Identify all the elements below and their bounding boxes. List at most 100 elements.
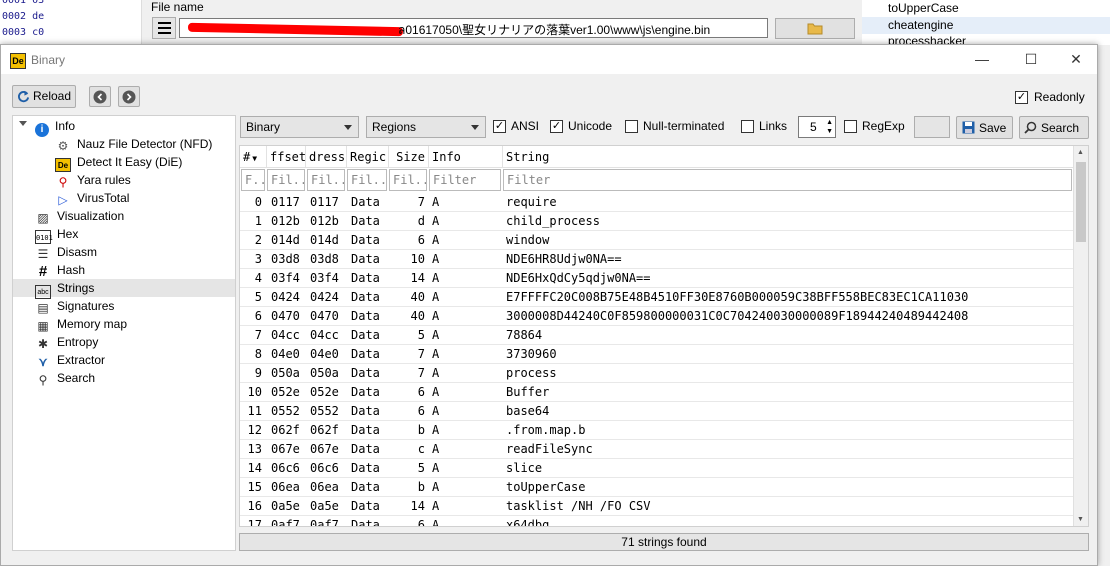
- mode-select[interactable]: Binary: [240, 116, 359, 138]
- row-size: 6: [417, 385, 425, 399]
- regexp-checkbox[interactable]: [844, 120, 857, 133]
- table-row[interactable]: 14 06c6 06c6 Data 5 Aslice: [240, 459, 1075, 478]
- filter-index-input[interactable]: F...: [241, 169, 265, 191]
- row-address: 0470: [310, 309, 339, 323]
- filter-size-input[interactable]: Fil...: [389, 169, 427, 191]
- row-size: b: [417, 480, 425, 494]
- save-button[interactable]: Save: [956, 116, 1013, 139]
- table-row[interactable]: 6 0470 0470 Data 40 A 3000008D44240C0F85980000…: [240, 307, 1075, 326]
- readonly-checkbox[interactable]: ✓: [1015, 91, 1028, 104]
- tree-item-info[interactable]: i Info: [35, 117, 75, 137]
- search-icon: [1024, 121, 1037, 134]
- ansi-checkbox[interactable]: ✓: [493, 120, 506, 133]
- tree-item-hash[interactable]: # Hash: [35, 261, 85, 279]
- table-row[interactable]: 7 04cc 04cc Data 5 A 78864: [240, 326, 1075, 345]
- close-button[interactable]: ✕: [1053, 45, 1099, 74]
- tree-item-hex[interactable]: 0101 Hex: [35, 225, 78, 244]
- row-address: 0a5e: [310, 499, 339, 513]
- links-checkbox[interactable]: [741, 120, 754, 133]
- filter-string-input[interactable]: Filter: [503, 169, 1072, 191]
- gear-icon: ⚙: [57, 139, 69, 153]
- tree-item-visualization[interactable]: ▨ Visualization: [35, 207, 124, 225]
- regions-select[interactable]: Regions: [366, 116, 486, 138]
- tree-item-strings[interactable]: abc Strings: [13, 279, 235, 299]
- table-row[interactable]: 15 06ea 06ea Data b AtoUpperCase: [240, 478, 1075, 497]
- column-header-address[interactable]: dress: [306, 146, 347, 168]
- die-app-icon: De: [10, 53, 26, 69]
- minimize-button[interactable]: —: [959, 45, 1005, 74]
- tree-item-nauz-file-detector-nfd[interactable]: ⚙ Nauz File Detector (NFD): [55, 135, 213, 153]
- table-row[interactable]: 10 052e 052e Data 6 A Buffer: [240, 383, 1075, 402]
- tree-item-disasm[interactable]: ☰ Disasm: [35, 243, 97, 261]
- min-length-spinbox[interactable]: 5 ▲ ▼: [798, 116, 836, 138]
- table-row[interactable]: 17 0af7 0af7 Data 6 Ax64dbg: [240, 516, 1075, 526]
- regexp-input[interactable]: [914, 116, 950, 138]
- row-region: Data: [351, 328, 380, 342]
- table-row[interactable]: 0 0117 0117 Data 7 Arequire: [240, 193, 1075, 212]
- tree-item-extractor[interactable]: ⋎ Extractor: [35, 351, 105, 369]
- table-row[interactable]: 9 050a 050a Data 7 Aprocess: [240, 364, 1075, 383]
- row-size: b: [417, 423, 425, 437]
- title-bar[interactable]: De Binary — ☐ ✕: [1, 45, 1097, 74]
- tree-item-yara-rules[interactable]: ⚲ Yara rules: [55, 171, 131, 189]
- chevron-down-icon: [471, 125, 479, 130]
- die-icon: De: [55, 158, 71, 172]
- table-row[interactable]: 4 03f4 03f4 Data 14 A NDE6HxQdCy5qdjw0NA==: [240, 269, 1075, 288]
- column-header-info[interactable]: Info: [429, 146, 503, 168]
- filter-address-input[interactable]: Fil...: [307, 169, 345, 191]
- strings-table: # ▼ ffset dress Regic Size Info String F.…: [239, 145, 1089, 527]
- table-row[interactable]: 8 04e0 04e0 Data 7 A 3730960: [240, 345, 1075, 364]
- disasm-icon: ☰: [37, 247, 49, 261]
- column-header-region[interactable]: Regic: [347, 146, 389, 168]
- file-list-button[interactable]: [152, 17, 176, 39]
- background-list: toUpperCase cheatengine processhacker: [862, 0, 1110, 45]
- row-address: 06ea: [310, 480, 339, 494]
- info-expander-icon[interactable]: [19, 121, 27, 126]
- null-terminated-checkbox[interactable]: [625, 120, 638, 133]
- tree-item-search[interactable]: ⚲ Search: [35, 369, 95, 387]
- maximize-button[interactable]: ☐: [1008, 45, 1054, 74]
- table-row[interactable]: 3 03d8 03d8 Data 10 A NDE6HR8Udjw0NA==: [240, 250, 1075, 269]
- table-row[interactable]: 11 0552 0552 Data 6 Abase64: [240, 402, 1075, 421]
- tree-item-entropy[interactable]: ✱ Entropy: [35, 333, 98, 351]
- tree-item-memory-map[interactable]: ▦ Memory map: [35, 315, 127, 333]
- table-row[interactable]: 5 0424 0424 Data 40 A E7FFFFC20C008B75E48B4510…: [240, 288, 1075, 307]
- scroll-up-icon[interactable]: ▲: [1077, 149, 1084, 156]
- scrollbar-thumb[interactable]: [1076, 162, 1086, 242]
- table-row[interactable]: 13 067e 067e Data c AreadFileSync: [240, 440, 1075, 459]
- open-folder-button[interactable]: [775, 18, 855, 39]
- column-header-index[interactable]: # ▼: [240, 146, 267, 168]
- vertical-scrollbar[interactable]: ▲ ▼: [1073, 146, 1088, 526]
- row-address: 062f: [310, 423, 339, 437]
- forward-button[interactable]: [118, 86, 140, 107]
- tree-item-virustotal[interactable]: ▷ VirusTotal: [55, 189, 129, 207]
- unicode-checkbox[interactable]: ✓: [550, 120, 563, 133]
- readonly-label: Readonly: [1034, 90, 1085, 104]
- reload-button[interactable]: Reload: [12, 85, 76, 108]
- table-row[interactable]: 1 012b 012b Data d Achild_process: [240, 212, 1075, 231]
- row-size: d: [417, 214, 425, 228]
- file-path-field[interactable]: ล01617050\聖女リナリアの落葉ver1.00\www\js\engine…: [179, 18, 768, 38]
- row-address: 06c6: [310, 461, 339, 475]
- row-region: Data: [351, 461, 380, 475]
- row-string: base64: [506, 404, 550, 418]
- tree-item-label: Hash: [57, 263, 86, 277]
- column-header-size[interactable]: Size: [389, 146, 429, 168]
- filter-offset-input[interactable]: Fil...: [267, 169, 305, 191]
- table-row[interactable]: 12 062f 062f Data b A .from.map.b: [240, 421, 1075, 440]
- column-header-string[interactable]: String: [503, 146, 1074, 168]
- row-index: 9: [254, 366, 262, 380]
- tree-item-signatures[interactable]: ▤ Signatures: [35, 297, 114, 315]
- filter-info-input[interactable]: Filter: [429, 169, 501, 191]
- row-index: 10: [247, 385, 262, 399]
- scroll-down-icon[interactable]: ▼: [1077, 516, 1084, 523]
- spin-arrows-icon[interactable]: ▲ ▼: [826, 118, 833, 136]
- back-button[interactable]: [89, 86, 111, 107]
- tree-item-detect-it-easy-die[interactable]: De Detect It Easy (DiE): [55, 153, 182, 172]
- table-row[interactable]: 2 014d 014d Data 6 Awindow: [240, 231, 1075, 250]
- search-button[interactable]: Search: [1019, 116, 1089, 139]
- filter-region-input[interactable]: Fil...: [347, 169, 387, 191]
- row-address: 0552: [310, 404, 339, 418]
- column-header-offset[interactable]: ffset: [267, 146, 306, 168]
- table-row[interactable]: 16 0a5e 0a5e Data 14 Atasklist /NH /FO CSV: [240, 497, 1075, 516]
